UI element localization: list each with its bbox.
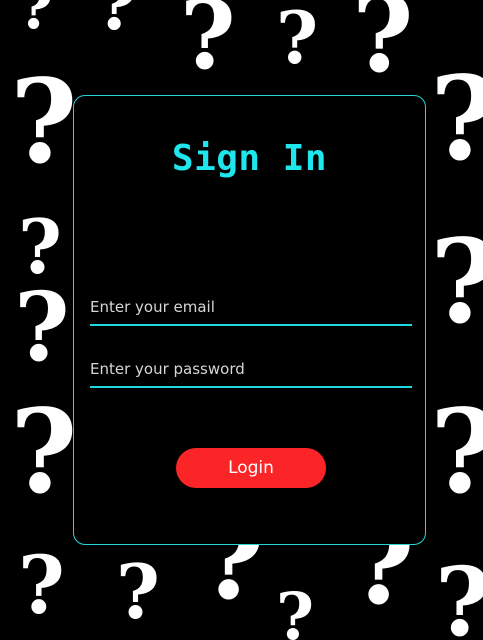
question-mark-icon: ? <box>10 55 78 190</box>
login-button[interactable]: Login <box>176 448 326 488</box>
login-card: Sign In Login <box>73 95 426 545</box>
password-field[interactable] <box>90 352 412 388</box>
question-mark-icon: ? <box>14 272 70 383</box>
page-title: Sign In <box>171 138 328 179</box>
question-mark-icon: ? <box>430 225 483 340</box>
question-mark-icon: ? <box>180 0 236 91</box>
question-mark-icon: ? <box>276 579 315 640</box>
question-mark-icon: ? <box>430 395 483 510</box>
question-mark-icon: ? <box>352 0 414 96</box>
question-mark-icon: ? <box>435 555 483 640</box>
question-mark-icon: ? <box>18 0 54 43</box>
question-mark-icon: ? <box>10 385 78 520</box>
question-mark-icon: ? <box>116 548 160 636</box>
question-mark-icon: ? <box>430 62 483 177</box>
email-field[interactable] <box>90 290 412 326</box>
question-mark-icon: ? <box>96 0 138 46</box>
question-mark-icon: ? <box>18 538 65 632</box>
question-mark-icon: ? <box>276 0 319 80</box>
